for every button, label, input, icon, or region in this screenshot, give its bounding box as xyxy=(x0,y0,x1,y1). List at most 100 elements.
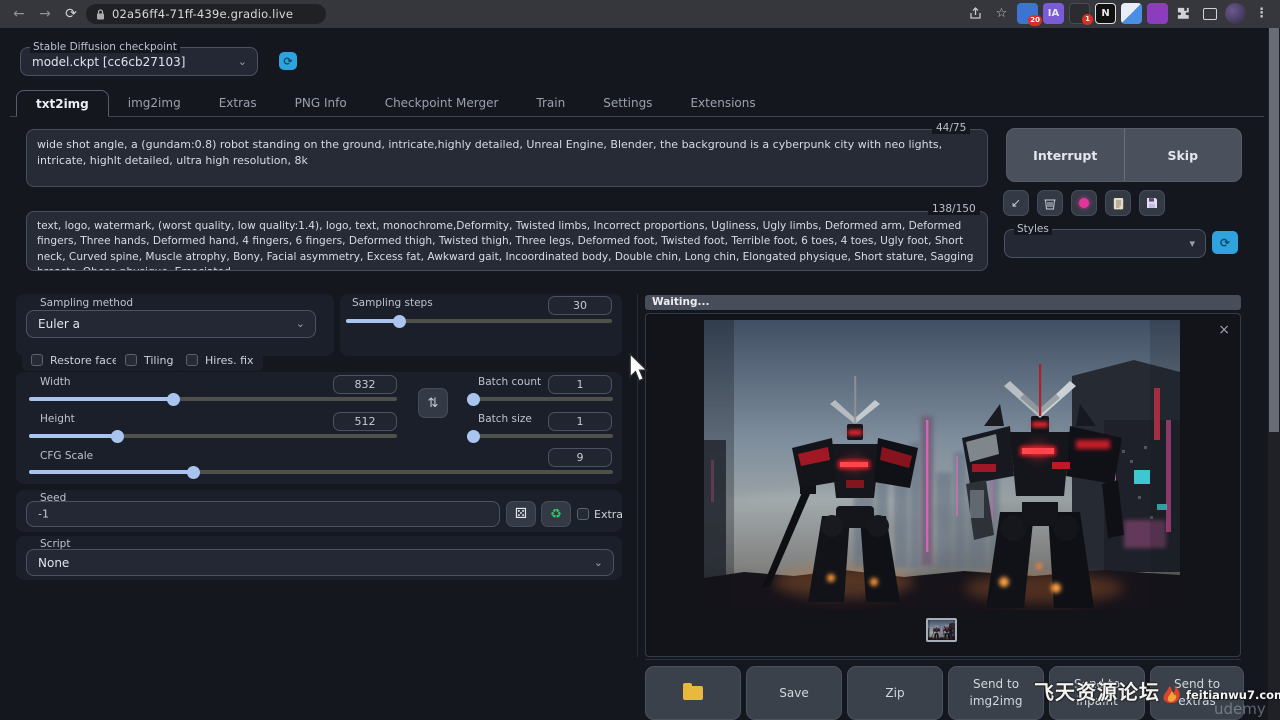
dimensions-block xyxy=(16,372,622,484)
checkpoint-refresh-button[interactable]: ⟳ xyxy=(279,52,297,70)
clear-prompt-button[interactable] xyxy=(1037,190,1063,216)
sampling-method-dropdown[interactable]: Euler a ⌄ xyxy=(26,310,316,338)
batch-count-label: Batch count xyxy=(478,376,541,388)
width-input[interactable]: 832 xyxy=(333,375,397,394)
slider-handle[interactable] xyxy=(467,430,480,443)
tab-settings[interactable]: Settings xyxy=(584,90,671,117)
back-icon[interactable]: ← xyxy=(8,3,30,25)
tab-txt2img[interactable]: txt2img xyxy=(16,90,109,117)
cfg-scale-input[interactable]: 9 xyxy=(548,448,612,467)
address-bar[interactable]: 02a56ff4-71ff-439e.gradio.live xyxy=(86,4,326,24)
folder-icon xyxy=(683,686,703,700)
bookmark-star-icon[interactable]: ☆ xyxy=(991,3,1012,24)
seed-value: -1 xyxy=(38,508,49,521)
apply-style-button[interactable] xyxy=(1105,190,1131,216)
forward-icon[interactable]: → xyxy=(34,3,56,25)
batch-size-input[interactable]: 1 xyxy=(548,412,612,431)
prompt-textarea[interactable]: wide shot angle, a (gundam:0.8) robot st… xyxy=(26,129,988,187)
swap-icon: ⇅ xyxy=(428,396,439,411)
slider-handle[interactable] xyxy=(467,393,480,406)
send-to-inpaint-button[interactable]: Send to inpaint xyxy=(1049,666,1145,720)
lock-icon xyxy=(96,9,105,20)
extension-icon-blue[interactable]: 20 xyxy=(1017,3,1038,24)
seed-extra-checkbox[interactable] xyxy=(577,508,589,520)
generated-image[interactable] xyxy=(704,320,1180,610)
slider-handle[interactable] xyxy=(393,315,406,328)
chevron-down-icon: ⌄ xyxy=(594,555,603,568)
paste-params-button[interactable]: ↙ xyxy=(1003,190,1029,216)
side-panel-icon[interactable] xyxy=(1199,3,1220,24)
swap-dimensions-button[interactable]: ⇅ xyxy=(418,388,448,418)
width-slider[interactable] xyxy=(29,397,397,401)
tiling-checkbox[interactable] xyxy=(125,354,137,366)
script-dropdown[interactable]: None ⌄ xyxy=(26,549,614,576)
negative-prompt-textarea[interactable]: text, logo, watermark, (worst quality, l… xyxy=(26,211,988,271)
width-label: Width xyxy=(40,376,71,388)
interrupt-button[interactable]: Interrupt xyxy=(1007,129,1124,181)
tiling-option[interactable]: Tiling xyxy=(116,349,183,371)
browser-menu-icon[interactable]: ⋮ xyxy=(1251,3,1272,24)
batch-count-input[interactable]: 1 xyxy=(548,375,612,394)
sampling-steps-slider[interactable] xyxy=(346,319,612,323)
column-divider xyxy=(637,294,638,657)
tab-extras[interactable]: Extras xyxy=(200,90,276,117)
save-style-button[interactable] xyxy=(1139,190,1165,216)
restore-faces-checkbox[interactable] xyxy=(31,354,43,366)
extension-icon-image[interactable] xyxy=(1121,3,1142,24)
output-gallery: × xyxy=(645,313,1241,657)
gallery-thumbnail[interactable] xyxy=(926,618,957,642)
tab-png-info[interactable]: PNG Info xyxy=(276,90,366,117)
hires-fix-checkbox[interactable] xyxy=(186,354,198,366)
extra-networks-button[interactable] xyxy=(1071,190,1097,216)
batch-count-slider[interactable] xyxy=(467,397,613,401)
sampling-method-value: Euler a xyxy=(38,317,80,331)
extension-icon-ia[interactable]: IA xyxy=(1043,3,1064,24)
prompt-token-counter: 44/75 xyxy=(932,122,970,134)
extensions-puzzle-icon[interactable] xyxy=(1173,3,1194,24)
chevron-down-icon: ⌄ xyxy=(296,317,305,330)
height-slider[interactable] xyxy=(29,434,397,438)
height-input[interactable]: 512 xyxy=(333,412,397,431)
open-folder-button[interactable] xyxy=(645,666,741,720)
slider-handle[interactable] xyxy=(111,430,124,443)
skip-button[interactable]: Skip xyxy=(1125,129,1242,181)
seed-input[interactable]: -1 xyxy=(26,501,500,527)
cfg-scale-slider[interactable] xyxy=(29,470,613,474)
slider-handle[interactable] xyxy=(167,393,180,406)
floppy-icon xyxy=(1146,197,1158,209)
scrollbar-thumb[interactable] xyxy=(1269,28,1279,432)
sampling-method-label: Sampling method xyxy=(40,297,133,309)
sampling-steps-label: Sampling steps xyxy=(352,297,433,309)
reload-icon[interactable]: ⟳ xyxy=(60,3,82,25)
page-scrollbar[interactable] xyxy=(1268,28,1280,720)
run-controls: Interrupt Skip xyxy=(1006,128,1242,182)
gallery-footer-divider xyxy=(645,659,1241,660)
zip-button[interactable]: Zip xyxy=(847,666,943,720)
extension-icon-purple[interactable] xyxy=(1147,3,1168,24)
extension-badge: 20 xyxy=(1028,15,1042,26)
styles-refresh-button[interactable]: ⟳ xyxy=(1212,231,1238,254)
send-to-img2img-button[interactable]: Send to img2img xyxy=(948,666,1044,720)
tab-extensions[interactable]: Extensions xyxy=(671,90,774,117)
tab-train[interactable]: Train xyxy=(517,90,584,117)
chevron-down-icon: ⌄ xyxy=(238,54,247,67)
slider-handle[interactable] xyxy=(187,466,200,479)
tab-checkpoint-merger[interactable]: Checkpoint Merger xyxy=(366,90,518,117)
trash-icon xyxy=(1044,197,1056,210)
extension-icon-notion[interactable]: N xyxy=(1095,3,1116,24)
save-button[interactable]: Save xyxy=(746,666,842,720)
tiling-label: Tiling xyxy=(144,354,174,367)
batch-size-slider[interactable] xyxy=(467,434,613,438)
send-to-extras-button[interactable]: Send to extras xyxy=(1150,666,1244,720)
reuse-seed-button[interactable]: ♻ xyxy=(541,501,571,527)
share-icon[interactable] xyxy=(965,3,986,24)
hires-fix-option[interactable]: Hires. fix xyxy=(177,349,263,371)
random-seed-button[interactable]: ⚄ xyxy=(506,501,536,527)
extension-icon-camera[interactable]: 1 xyxy=(1069,3,1090,24)
tab-img2img[interactable]: img2img xyxy=(109,90,200,117)
cfg-scale-label: CFG Scale xyxy=(40,450,93,462)
url-text: 02a56ff4-71ff-439e.gradio.live xyxy=(112,7,293,21)
sampling-steps-input[interactable]: 30 xyxy=(548,296,612,315)
profile-avatar[interactable] xyxy=(1225,3,1246,24)
close-icon[interactable]: × xyxy=(1218,322,1230,338)
